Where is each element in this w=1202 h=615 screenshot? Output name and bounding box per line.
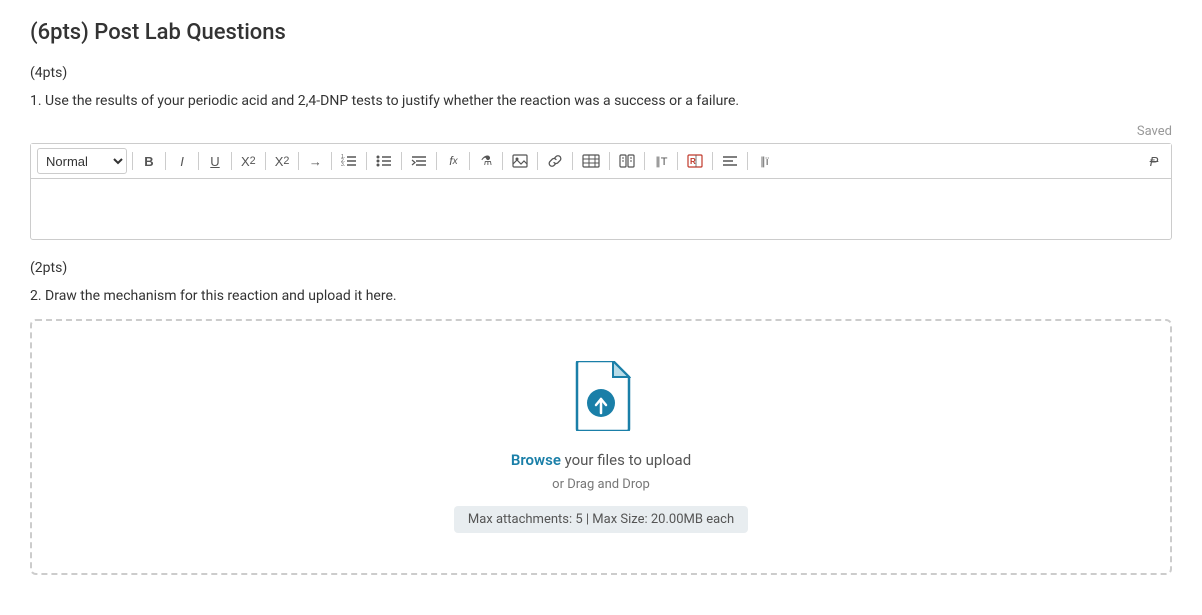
editor-container: Normal Heading 1 Heading 2 Heading 3 B I… xyxy=(30,143,1172,240)
upload-dropzone[interactable]: Browse your files to upload or Drag and … xyxy=(30,319,1172,575)
align-button[interactable] xyxy=(718,149,742,173)
upload-info-badge: Max attachments: 5 | Max Size: 20.00MB e… xyxy=(454,506,748,533)
table-button[interactable] xyxy=(578,149,604,173)
toolbar-sep-5 xyxy=(265,152,266,170)
image-button[interactable] xyxy=(508,149,532,173)
question2-text: 2. Draw the mechanism for this reaction … xyxy=(30,286,1172,307)
toolbar-sep-6 xyxy=(298,152,299,170)
toolbar-sep-15 xyxy=(609,152,610,170)
underline-button[interactable]: U xyxy=(204,149,226,173)
toolbar-sep-11 xyxy=(469,152,470,170)
unordered-list-button[interactable] xyxy=(372,149,396,173)
toolbar-sep-13 xyxy=(537,152,538,170)
svg-text:3.: 3. xyxy=(341,162,345,168)
toolbar-sep-4 xyxy=(231,152,232,170)
chemical-button[interactable]: ⚗ xyxy=(475,149,497,173)
formula-button[interactable]: fx xyxy=(442,149,464,173)
toolbar-sep-14 xyxy=(572,152,573,170)
toolbar-sep-19 xyxy=(747,152,748,170)
superscript-button[interactable]: X2 xyxy=(271,149,294,173)
indent-button[interactable] xyxy=(407,149,431,173)
editor-toolbar: Normal Heading 1 Heading 2 Heading 3 B I… xyxy=(31,144,1171,179)
browse-link[interactable]: Browse xyxy=(511,451,561,469)
question1-pts: (4pts) xyxy=(30,65,1172,81)
media-button[interactable]: R xyxy=(683,149,707,173)
toolbar-sep-1 xyxy=(132,152,133,170)
format-select[interactable]: Normal Heading 1 Heading 2 Heading 3 xyxy=(37,148,127,174)
toolbar-sep-8 xyxy=(366,152,367,170)
editor-content-area[interactable] xyxy=(31,179,1171,239)
question2-pts: (2pts) xyxy=(30,260,1172,276)
toolbar-sep-10 xyxy=(436,152,437,170)
toolbar-sep-16 xyxy=(644,152,645,170)
question1-text: 1. Use the results of your periodic acid… xyxy=(30,91,1172,112)
upload-text-suffix: your files to upload xyxy=(561,451,691,469)
page-title: (6pts) Post Lab Questions xyxy=(30,20,1172,45)
bold-button[interactable]: B xyxy=(138,149,160,173)
toolbar-right-area: Ᵽ xyxy=(1143,149,1165,173)
link-button[interactable] xyxy=(543,149,567,173)
upload-prompt: Browse your files to upload xyxy=(52,451,1150,469)
saved-label: Saved xyxy=(30,124,1172,139)
ordered-list-button[interactable]: 1. 2. 3. xyxy=(337,149,361,173)
svg-text:R: R xyxy=(690,157,696,166)
text-col-button[interactable]: ∥T xyxy=(650,149,672,173)
toolbar-sep-7 xyxy=(331,152,332,170)
toolbar-sep-12 xyxy=(502,152,503,170)
toolbar-sep-17 xyxy=(677,152,678,170)
toolbar-sep-18 xyxy=(712,152,713,170)
toolbar-sep-9 xyxy=(401,152,402,170)
col-layout-button[interactable] xyxy=(615,149,639,173)
italic-button[interactable]: I xyxy=(171,149,193,173)
chart-button[interactable]: ∥ï xyxy=(753,149,775,173)
upload-icon-wrapper xyxy=(52,361,1150,435)
subscript-button[interactable]: X2 xyxy=(237,149,260,173)
toolbar-sep-3 xyxy=(198,152,199,170)
arrow-button[interactable]: → xyxy=(304,149,326,173)
drag-drop-text: or Drag and Drop xyxy=(52,477,1150,492)
clear-format-button[interactable]: Ᵽ xyxy=(1143,149,1165,173)
upload-file-icon xyxy=(571,361,631,431)
toolbar-sep-2 xyxy=(165,152,166,170)
